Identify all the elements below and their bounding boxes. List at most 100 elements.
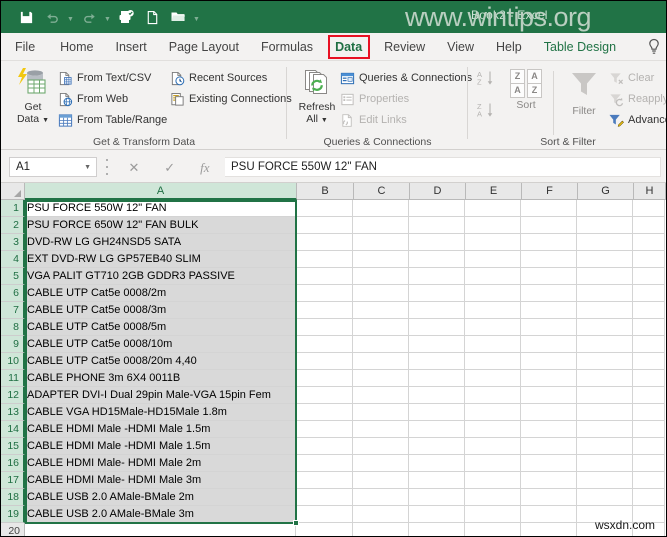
confirm-icon[interactable]: ✓: [164, 161, 175, 174]
save-icon[interactable]: [13, 4, 39, 30]
cell-A14[interactable]: CABLE HDMI Male -HDMI Male 1.5m: [25, 421, 296, 438]
cell-A1[interactable]: PSU FORCE 550W 12" FAN: [25, 200, 296, 217]
cell-E19[interactable]: [465, 506, 521, 523]
cell-F19[interactable]: [521, 506, 577, 523]
column-header-A[interactable]: A: [25, 183, 297, 200]
cell-H15[interactable]: [633, 438, 665, 455]
cell-A6[interactable]: CABLE UTP Cat5e 0008/2m: [25, 285, 296, 302]
cell-D7[interactable]: [409, 302, 465, 319]
cell-D19[interactable]: [409, 506, 465, 523]
column-header-H[interactable]: H: [634, 183, 666, 200]
cell-H7[interactable]: [633, 302, 665, 319]
cell-E1[interactable]: [465, 200, 521, 217]
cell-G15[interactable]: [577, 438, 633, 455]
cell-D18[interactable]: [409, 489, 465, 506]
cell-F2[interactable]: [521, 217, 577, 234]
cell-H11[interactable]: [633, 370, 665, 387]
cell-B15[interactable]: [296, 438, 353, 455]
cell-C18[interactable]: [353, 489, 409, 506]
cell-F13[interactable]: [521, 404, 577, 421]
cell-F9[interactable]: [521, 336, 577, 353]
tab-view[interactable]: View: [436, 33, 485, 61]
cell-H5[interactable]: [633, 268, 665, 285]
cell-C20[interactable]: [353, 523, 409, 536]
row-header-10[interactable]: 10: [1, 353, 25, 370]
name-box-caret-icon[interactable]: ▼: [84, 164, 91, 171]
cell-B18[interactable]: [296, 489, 353, 506]
cell-A2[interactable]: PSU FORCE 650W 12" FAN BULK: [25, 217, 296, 234]
cell-C10[interactable]: [353, 353, 409, 370]
lightbulb-icon[interactable]: [646, 38, 662, 56]
cell-B5[interactable]: [296, 268, 353, 285]
row-header-9[interactable]: 9: [1, 336, 25, 353]
row-header-12[interactable]: 12: [1, 387, 25, 404]
column-header-E[interactable]: E: [466, 183, 522, 200]
cell-A19[interactable]: CABLE USB 2.0 AMale-BMale 3m: [25, 506, 296, 523]
cell-D2[interactable]: [409, 217, 465, 234]
cell-C11[interactable]: [353, 370, 409, 387]
cell-E15[interactable]: [465, 438, 521, 455]
cell-G6[interactable]: [577, 285, 633, 302]
cell-C7[interactable]: [353, 302, 409, 319]
cell-G2[interactable]: [577, 217, 633, 234]
advanced-filter-button[interactable]: Advanced: [608, 111, 666, 129]
row-header-2[interactable]: 2: [1, 217, 25, 234]
row-header-20[interactable]: 20: [1, 523, 25, 536]
column-header-G[interactable]: G: [578, 183, 634, 200]
cell-C19[interactable]: [353, 506, 409, 523]
cell-F18[interactable]: [521, 489, 577, 506]
cell-D4[interactable]: [409, 251, 465, 268]
cell-A20[interactable]: [25, 523, 296, 536]
cell-D14[interactable]: [409, 421, 465, 438]
tab-help[interactable]: Help: [485, 33, 533, 61]
cell-G4[interactable]: [577, 251, 633, 268]
cell-A17[interactable]: CABLE HDMI Male- HDMI Male 3m: [25, 472, 296, 489]
cell-A5[interactable]: VGA PALIT GT710 2GB GDDR3 PASSIVE: [25, 268, 296, 285]
cell-H12[interactable]: [633, 387, 665, 404]
cell-F5[interactable]: [521, 268, 577, 285]
cell-C13[interactable]: [353, 404, 409, 421]
cell-F10[interactable]: [521, 353, 577, 370]
recent-sources-button[interactable]: Recent Sources: [169, 69, 267, 87]
cell-F15[interactable]: [521, 438, 577, 455]
cell-D12[interactable]: [409, 387, 465, 404]
cell-D9[interactable]: [409, 336, 465, 353]
cell-C5[interactable]: [353, 268, 409, 285]
cell-F14[interactable]: [521, 421, 577, 438]
cell-B13[interactable]: [296, 404, 353, 421]
select-all-corner[interactable]: [1, 183, 25, 200]
cell-B3[interactable]: [296, 234, 353, 251]
customize-qat-icon[interactable]: ▼: [191, 4, 202, 30]
from-text-csv-button[interactable]: From Text/CSV: [57, 69, 151, 87]
open-folder-icon[interactable]: [165, 4, 191, 30]
column-header-C[interactable]: C: [354, 183, 410, 200]
cell-G12[interactable]: [577, 387, 633, 404]
cell-C4[interactable]: [353, 251, 409, 268]
cell-A11[interactable]: CABLE PHONE 3m 6X4 0011B: [25, 370, 296, 387]
row-header-11[interactable]: 11: [1, 370, 25, 387]
cell-B20[interactable]: [296, 523, 353, 536]
cell-D10[interactable]: [409, 353, 465, 370]
cell-A3[interactable]: DVD-RW LG GH24NSD5 SATA: [25, 234, 296, 251]
row-header-14[interactable]: 14: [1, 421, 25, 438]
cell-B7[interactable]: [296, 302, 353, 319]
row-header-18[interactable]: 18: [1, 489, 25, 506]
cell-H2[interactable]: [633, 217, 665, 234]
row-header-6[interactable]: 6: [1, 285, 25, 302]
cell-E18[interactable]: [465, 489, 521, 506]
cell-E10[interactable]: [465, 353, 521, 370]
cell-G13[interactable]: [577, 404, 633, 421]
cell-D6[interactable]: [409, 285, 465, 302]
row-header-15[interactable]: 15: [1, 438, 25, 455]
cell-C16[interactable]: [353, 455, 409, 472]
formula-bar-grip[interactable]: [105, 159, 109, 175]
column-header-B[interactable]: B: [297, 183, 354, 200]
cell-C8[interactable]: [353, 319, 409, 336]
cell-G5[interactable]: [577, 268, 633, 285]
from-web-button[interactable]: From Web: [57, 90, 128, 108]
cell-A12[interactable]: ADAPTER DVI-I Dual 29pin Male-VGA 15pin …: [25, 387, 296, 404]
cell-B17[interactable]: [296, 472, 353, 489]
row-header-5[interactable]: 5: [1, 268, 25, 285]
cell-F11[interactable]: [521, 370, 577, 387]
cell-H13[interactable]: [633, 404, 665, 421]
